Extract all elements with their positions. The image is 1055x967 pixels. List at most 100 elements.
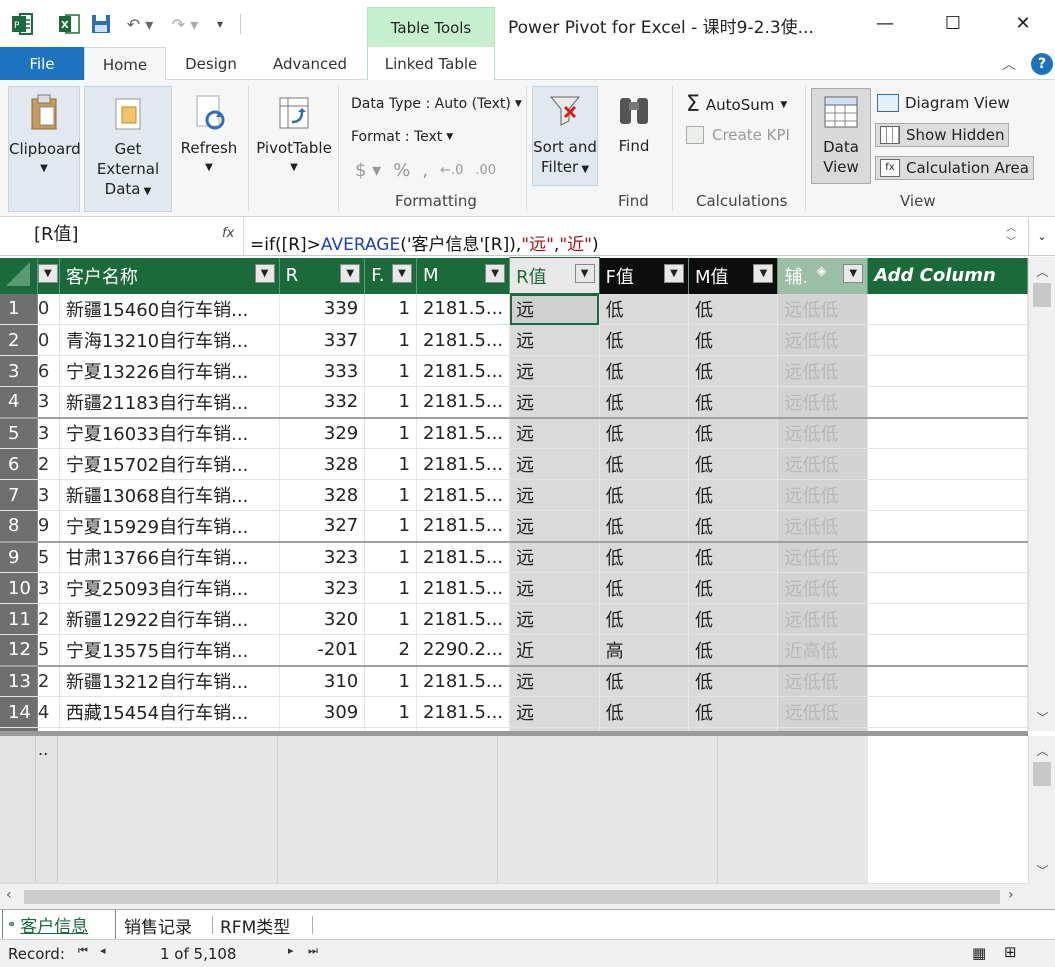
row-number[interactable]: 14 xyxy=(0,696,38,728)
customer-name-cell[interactable]: 宁夏16033自行车销... xyxy=(59,417,280,449)
first-record-icon[interactable]: ⏮ xyxy=(78,944,88,958)
r-value-cell[interactable]: 远 xyxy=(509,479,600,511)
minimize-button[interactable]: — xyxy=(862,6,908,40)
f-cell[interactable]: 1 xyxy=(364,541,417,573)
add-column-cell[interactable] xyxy=(867,634,1028,667)
row-number[interactable]: 12 xyxy=(0,634,38,667)
r-cell[interactable]: 328 xyxy=(279,479,366,511)
close-button[interactable]: ✕ xyxy=(1000,6,1046,40)
m-cell[interactable]: 2181.5... xyxy=(416,448,511,480)
r-value-cell[interactable]: 远 xyxy=(509,510,600,543)
r-cell[interactable]: 309 xyxy=(279,696,366,728)
helper-cell[interactable]: 近高低 xyxy=(777,634,869,667)
tab-linked-table[interactable]: Linked Table xyxy=(367,47,495,80)
f-value-cell[interactable]: 低 xyxy=(599,510,690,543)
customer-name-cell[interactable]: 宁夏15702自行车销... xyxy=(59,448,280,480)
r-cell[interactable]: -201 xyxy=(279,634,366,667)
m-value-cell[interactable]: 低 xyxy=(688,417,779,449)
id-cell[interactable]: 9 xyxy=(37,510,60,543)
next-record-icon[interactable]: ▸ xyxy=(288,944,294,957)
add-column-header[interactable]: Add Column xyxy=(867,257,1028,294)
column-filter-icon[interactable]: ▼ xyxy=(391,263,412,283)
column-filter-icon[interactable]: ▼ xyxy=(664,263,684,283)
r-cell[interactable]: 327 xyxy=(279,510,366,543)
f-cell[interactable]: 1 xyxy=(364,448,417,480)
sheet-tab-sales-records[interactable]: 销售记录 xyxy=(120,910,210,940)
customer-name-cell[interactable]: 西藏15454自行车销... xyxy=(59,696,280,728)
column-header-helper[interactable]: 辅. ◈ ▼ xyxy=(777,257,869,294)
data-view-button[interactable]: Data View xyxy=(811,88,871,184)
pivottable-button[interactable]: PivotTable ▼ xyxy=(256,86,332,212)
row-number[interactable]: 6 xyxy=(0,448,38,480)
id-cell[interactable]: 2 xyxy=(37,603,60,635)
m-value-cell[interactable]: 低 xyxy=(688,448,779,480)
id-cell[interactable]: 3 xyxy=(37,479,60,511)
previous-record-icon[interactable]: ◂ xyxy=(100,944,106,957)
fx-icon[interactable]: fx xyxy=(222,226,234,241)
f-value-cell[interactable]: 低 xyxy=(599,479,690,511)
calc-vertical-scrollbar[interactable]: ︿ ﹀ xyxy=(1028,736,1055,883)
scrollbar-thumb[interactable] xyxy=(24,890,1000,904)
r-cell[interactable]: 337 xyxy=(279,324,366,356)
column-header-f[interactable]: F. ▼ xyxy=(364,257,417,294)
id-cell[interactable]: 4 xyxy=(37,696,60,728)
get-external-data-button[interactable]: Get External Data ▼ xyxy=(84,86,172,212)
m-value-cell[interactable]: 低 xyxy=(688,510,779,543)
r-value-cell[interactable]: 远 xyxy=(509,696,600,728)
decrease-decimal-icon[interactable]: .00 xyxy=(475,163,496,178)
m-cell[interactable]: 2181.5... xyxy=(416,696,511,728)
add-column-cell[interactable] xyxy=(867,324,1028,356)
column-filter-icon[interactable]: ▼ xyxy=(37,263,58,283)
name-box[interactable]: [R值] xyxy=(0,218,244,255)
f-cell[interactable]: 2 xyxy=(364,634,417,667)
m-cell[interactable]: 2181.5... xyxy=(416,293,511,325)
row-number[interactable]: 11 xyxy=(0,603,38,635)
helper-cell[interactable]: 远低低 xyxy=(777,324,869,356)
table-row[interactable]: 13 2 新疆13212自行车销... 310 1 2181.5... 远低低远低低 xyxy=(0,665,1028,697)
add-column-cell[interactable] xyxy=(867,665,1028,697)
scrollbar-thumb[interactable] xyxy=(1033,283,1051,307)
diagram-view-button[interactable]: Diagram View xyxy=(877,94,1010,112)
m-value-cell[interactable]: 低 xyxy=(688,634,779,667)
table-row[interactable]: 9 5 甘肃13766自行车销... 323 1 2181.5... 远低低远低低 xyxy=(0,541,1028,573)
formula-scroll-icon[interactable]: ︿ ﹀ xyxy=(1006,222,1016,250)
row-number[interactable]: 8 xyxy=(0,510,38,543)
r-cell[interactable]: 310 xyxy=(279,665,366,697)
f-cell[interactable]: 1 xyxy=(364,417,417,449)
m-value-cell[interactable]: 低 xyxy=(688,696,779,728)
helper-cell[interactable]: 远低低 xyxy=(777,386,869,419)
helper-cell[interactable]: 远低低 xyxy=(777,603,869,635)
horizontal-scrollbar[interactable]: ‹ › xyxy=(0,883,1028,909)
f-cell[interactable]: 1 xyxy=(364,603,417,635)
f-value-cell[interactable]: 低 xyxy=(599,293,690,325)
r-value-cell[interactable]: 远 xyxy=(509,417,600,449)
m-value-cell[interactable]: 低 xyxy=(688,324,779,356)
m-value-cell[interactable]: 低 xyxy=(688,386,779,419)
column-header-r-value[interactable]: R值 ▼ xyxy=(509,257,600,294)
excel-icon[interactable]: X xyxy=(56,10,82,38)
row-number[interactable]: 2 xyxy=(0,324,38,356)
column-header-customer-name[interactable]: 客户名称 ▼ xyxy=(59,257,280,294)
column-filter-icon[interactable]: ▼ xyxy=(254,263,275,283)
f-cell[interactable]: 1 xyxy=(364,479,417,511)
customer-name-cell[interactable]: 宁夏13575自行车销... xyxy=(59,634,280,667)
customer-name-cell[interactable]: 宁夏15929自行车销... xyxy=(59,510,280,543)
helper-cell[interactable]: 远低低 xyxy=(777,355,869,387)
maximize-button[interactable]: ☐ xyxy=(930,6,976,40)
r-cell[interactable]: 320 xyxy=(279,603,366,635)
row-number[interactable]: 5 xyxy=(0,417,38,449)
m-cell[interactable]: 2181.5... xyxy=(416,417,511,449)
percent-icon[interactable]: % xyxy=(393,160,410,181)
last-record-icon[interactable]: ⏭ xyxy=(308,944,318,958)
add-column-cell[interactable] xyxy=(867,293,1028,325)
row-number[interactable]: 9 xyxy=(0,541,38,573)
r-value-cell[interactable]: 近 xyxy=(509,634,600,667)
r-cell[interactable]: 323 xyxy=(279,541,366,573)
diagram-view-icon[interactable]: ⊞ xyxy=(1004,943,1017,961)
r-value-cell[interactable]: 远 xyxy=(509,448,600,480)
clipboard-button[interactable]: Clipboard ▼ xyxy=(8,86,81,212)
f-cell[interactable]: 1 xyxy=(364,355,417,387)
save-icon[interactable] xyxy=(88,10,114,38)
helper-cell[interactable]: 远低低 xyxy=(777,293,869,325)
helper-cell[interactable]: 远低低 xyxy=(777,510,869,543)
